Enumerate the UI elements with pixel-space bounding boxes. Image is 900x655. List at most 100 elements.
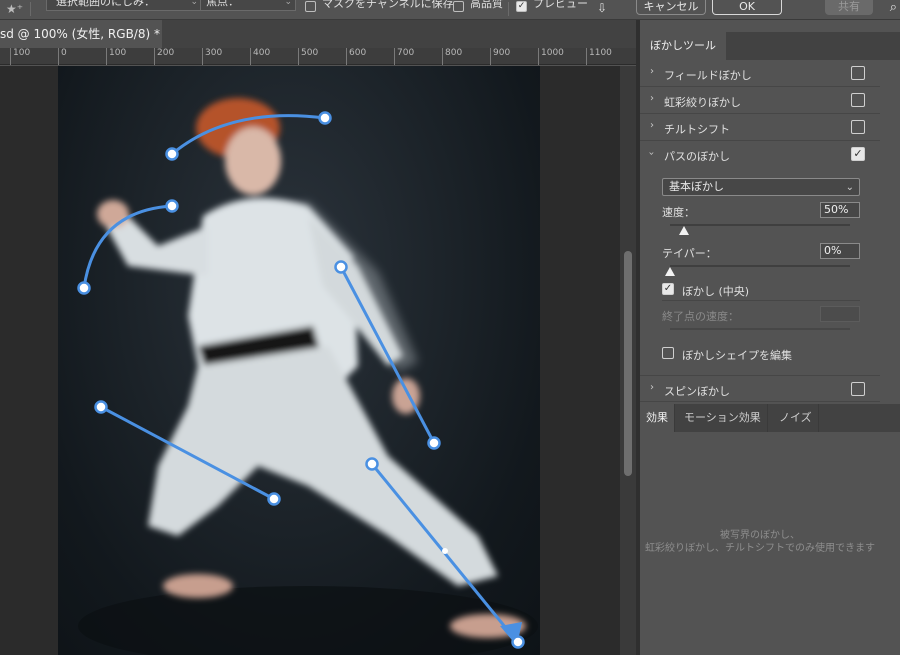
save-mask-checkbox[interactable] [305,1,316,12]
path-blur-label: パスのぼかし [664,150,730,163]
spin-blur-row[interactable]: › スピンぼかし [640,375,880,402]
path-handle[interactable] [427,436,441,450]
ruler-label: 900 [490,48,510,65]
document-tab[interactable]: sd @ 100% (女性, RGB/8) * [0,20,162,48]
chevron-down-icon: ⌄ [845,182,854,193]
centered-blur-label: ぼかし (中央) [682,285,750,298]
path-handle[interactable] [365,457,379,471]
path-blur-checkbox[interactable]: ✓ [851,147,865,161]
path-handle[interactable] [165,147,179,161]
blur-path-fist[interactable] [82,204,173,289]
blur-path-foot[interactable] [370,463,512,634]
taper-label: テイパー： [662,247,717,260]
blur-paths-overlay [77,111,525,649]
ruler-label: 500 [298,48,318,65]
blur-mode-select[interactable]: 基本ぼかし ⌄ [662,178,860,196]
tilt-shift-checkbox[interactable] [851,120,865,134]
speed-slider-thumb[interactable] [679,226,690,235]
ruler-label: 300 [202,48,222,65]
iris-blur-row[interactable]: › 虹彩絞りぼかし [640,87,880,114]
search-icon[interactable]: ⌕ [890,0,897,15]
field-blur-label: フィールドぼかし [664,69,752,82]
photoshop-window: ★⁺ ⌄ 選択範囲のにじみ： ⌄ 焦点： マスクをチャンネルに保存 高品質 ✓ … [0,0,900,655]
tilt-shift-row[interactable]: › チルトシフト [640,114,880,141]
spin-blur-checkbox[interactable] [851,382,865,396]
chevron-right-icon[interactable]: › [650,120,654,131]
ok-button[interactable]: OK [712,0,782,15]
share-button[interactable]: 共有 [825,0,873,15]
spin-blur-label: スピンぼかし [664,385,730,398]
path-handle[interactable] [334,260,348,274]
path-handle[interactable] [165,199,179,213]
ruler-label: 400 [250,48,270,65]
edit-blur-shape-label: ぼかしシェイプを編集 [682,349,792,362]
ruler-label: 100 [106,48,126,65]
field-blur-row[interactable]: › フィールドぼかし [640,60,880,87]
speed-input[interactable]: 50% [820,202,860,218]
options-bar: ★⁺ ⌄ 選択範囲のにじみ： ⌄ 焦点： マスクをチャンネルに保存 高品質 ✓ … [0,0,900,20]
path-handle[interactable] [267,492,281,506]
path-handle[interactable] [318,111,332,125]
scrollbar-thumb[interactable] [624,251,632,476]
path-handle[interactable] [511,635,525,649]
taper-input[interactable]: 0% [820,243,860,259]
iris-blur-label: 虹彩絞りぼかし [664,96,741,109]
preview-checkbox[interactable]: ✓ [516,1,527,12]
tab-blur-tools[interactable]: ぼかしツール [640,32,726,60]
end-speed-slider-track [670,328,850,330]
high-quality-label: 高品質 [470,0,503,10]
ruler-label: 600 [346,48,366,65]
pin-icon[interactable]: ⇩ [597,1,607,15]
star-tool-icon[interactable]: ★⁺ [6,2,24,16]
ruler-label: 1100 [586,48,612,65]
vertical-scrollbar[interactable] [620,66,636,655]
effects-note-line2: 虹彩絞りぼかし、チルトシフトでのみ使用できます [645,543,875,554]
tab-motion-effects[interactable]: モーション効果 [678,404,768,432]
separator [508,2,509,16]
path-midpoint[interactable] [442,548,448,554]
ruler-label: 1000 [538,48,564,65]
ruler-label: 200 [154,48,174,65]
iris-blur-checkbox[interactable] [851,93,865,107]
preview-label: プレビュー [533,0,588,10]
horizontal-ruler: 100 0 100 200 300 400 500 600 700 800 90… [0,48,636,65]
chevron-down-icon[interactable]: › [646,152,657,156]
end-speed-label: 終了点の速度： [662,310,739,323]
separator [30,2,31,16]
ruler-label: 800 [442,48,462,65]
blur-path-head[interactable] [171,114,326,156]
centered-blur-checkbox[interactable]: ✓ [662,283,674,295]
focus-label: 焦点： [206,0,239,8]
ruler-label: 700 [394,48,414,65]
edit-blur-shape-checkbox[interactable] [662,347,674,359]
path-handle[interactable] [77,281,91,295]
chevron-right-icon[interactable]: › [650,382,654,393]
end-speed-input [820,306,860,322]
cancel-button[interactable]: キャンセル [636,0,706,15]
divider [662,300,860,301]
blur-path-arm[interactable] [339,266,436,444]
speed-slider-track[interactable] [670,224,850,226]
chevron-right-icon[interactable]: › [650,66,654,77]
panel-tab-bar: ぼかしツール [640,32,900,60]
blur-path-leg[interactable] [100,405,275,501]
path-blur-row[interactable]: › パスのぼかし ✓ [640,141,880,168]
blur-feather-label: 選択範囲のにじみ： [56,0,155,8]
blur-tools-panel: ぼかしツール › フィールドぼかし › 虹彩絞りぼかし › チルトシフト › パ… [640,32,900,655]
ruler-label: 100 [10,48,30,65]
taper-slider-track[interactable] [670,265,850,267]
tab-noise[interactable]: ノイズ [773,404,819,432]
high-quality-checkbox[interactable] [453,1,464,12]
save-mask-label: マスクをチャンネルに保存 [322,0,454,10]
ruler-label: 0 [58,48,67,65]
field-blur-checkbox[interactable] [851,66,865,80]
taper-slider-thumb[interactable] [665,267,675,276]
document-tab-bar: sd @ 100% (女性, RGB/8) * [0,20,636,48]
path-handle[interactable] [94,400,108,414]
chevron-right-icon[interactable]: › [650,93,654,104]
blur-mode-value: 基本ぼかし [669,180,724,193]
speed-label: 速度： [662,206,695,219]
effects-tab-bar: 効果 モーション効果 ノイズ [640,404,900,432]
canvas-area[interactable] [0,66,620,655]
tab-effects[interactable]: 効果 [640,404,675,432]
